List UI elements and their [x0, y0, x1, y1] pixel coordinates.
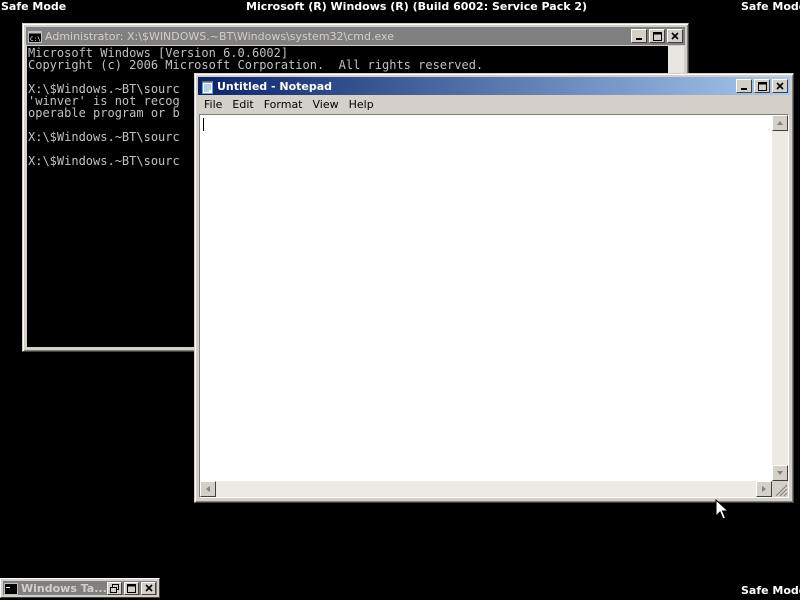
cmd-minimize-button[interactable]	[631, 29, 647, 43]
menu-format[interactable]: Format	[259, 96, 308, 114]
arrow-right-icon	[762, 486, 766, 492]
notepad-window[interactable]: Untitled - Notepad File Edit Format View…	[194, 73, 794, 503]
cmd-maximize-button[interactable]	[649, 29, 665, 43]
menu-edit[interactable]: Edit	[227, 96, 258, 114]
restore-icon	[110, 583, 119, 593]
close-icon	[144, 584, 153, 592]
cmd-title: Administrator: X:\$WINDOWS.~BT\Windows\s…	[45, 29, 394, 43]
cmd-line: Copyright (c) 2006 Microsoft Corporation…	[28, 58, 484, 72]
minimize-icon	[741, 88, 747, 90]
restore-button[interactable]	[107, 581, 122, 595]
console-icon	[4, 581, 18, 595]
safe-mode-label-top-right: Safe Mode	[741, 0, 800, 13]
arrow-up-icon	[777, 121, 783, 125]
scroll-left-button[interactable]	[200, 481, 216, 497]
notepad-menubar: File Edit Format View Help	[199, 96, 789, 114]
cmd-close-button[interactable]	[667, 29, 683, 43]
menu-help[interactable]: Help	[344, 96, 379, 114]
notepad-close-button[interactable]	[772, 79, 788, 93]
maximize-icon	[652, 31, 662, 41]
scroll-down-button[interactable]	[772, 465, 788, 481]
scroll-up-button[interactable]	[772, 115, 788, 131]
resize-grip[interactable]	[772, 481, 788, 497]
menu-file[interactable]: File	[199, 96, 227, 114]
horizontal-scrollbar[interactable]	[200, 481, 772, 497]
maximize-icon	[127, 583, 136, 593]
safe-mode-label-top-left: Safe Mode	[1, 0, 67, 13]
arrow-left-icon	[206, 486, 210, 492]
build-banner: Microsoft (R) Windows (R) (Build 6002: S…	[246, 0, 588, 13]
minimize-icon	[636, 38, 642, 40]
notepad-maximize-button[interactable]	[754, 79, 770, 93]
notepad-titlebar[interactable]: Untitled - Notepad	[198, 77, 790, 95]
vertical-scrollbar[interactable]	[772, 115, 788, 481]
size-grip-icon	[775, 484, 788, 497]
arrow-down-icon	[777, 471, 783, 475]
mouse-pointer-icon	[715, 498, 730, 525]
minimized-window[interactable]: Windows Ta...	[0, 578, 160, 598]
text-caret	[203, 118, 204, 131]
console-icon: C:\	[28, 29, 42, 43]
maximize-icon	[757, 81, 767, 91]
cmd-titlebar[interactable]: C:\ Administrator: X:\$WINDOWS.~BT\Windo…	[26, 27, 685, 45]
close-icon	[671, 32, 679, 40]
maximize-button[interactable]	[124, 581, 139, 595]
notepad-title: Untitled - Notepad	[217, 79, 333, 93]
notepad-icon	[200, 79, 214, 94]
notepad-text-area[interactable]	[199, 114, 789, 498]
safe-mode-label-bottom-right: Safe Mode	[741, 584, 800, 597]
scroll-right-button[interactable]	[756, 481, 772, 497]
menu-view[interactable]: View	[308, 96, 344, 114]
svg-text:C:\: C:\	[30, 36, 41, 43]
notepad-minimize-button[interactable]	[736, 79, 752, 93]
close-button[interactable]	[141, 581, 156, 595]
minimized-window-title: Windows Ta...	[21, 581, 107, 595]
close-icon	[776, 82, 784, 90]
